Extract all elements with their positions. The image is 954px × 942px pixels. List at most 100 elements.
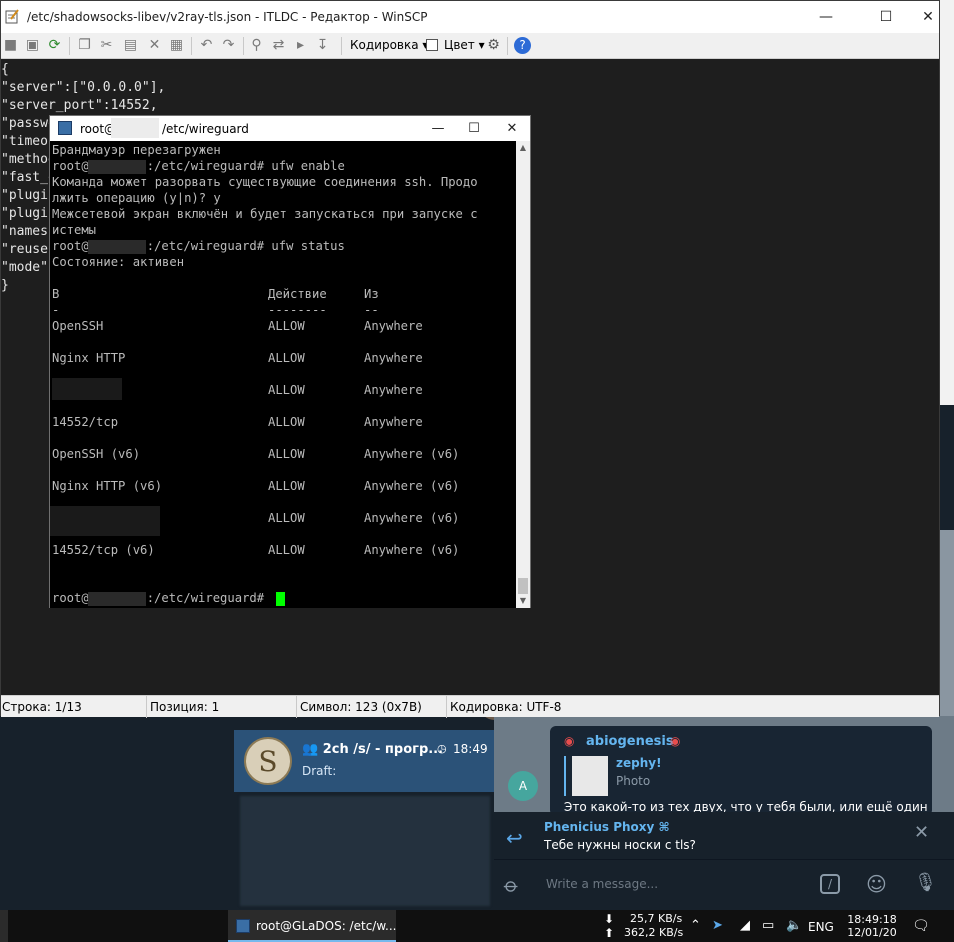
toolbar-separator	[341, 37, 342, 55]
terminal-scrollbar[interactable]: ▲ ▼	[516, 141, 530, 608]
download-arrow-icon: ⬇	[604, 912, 615, 926]
table-cell: ALLOW	[268, 543, 305, 557]
toolbar-separator	[507, 37, 508, 55]
table-cell: Nginx HTTP	[52, 351, 126, 365]
toolbar-separator	[191, 37, 192, 55]
editor-line: "fast_o	[1, 170, 56, 185]
find-icon[interactable]: ⚲	[249, 38, 264, 53]
minimize-button[interactable]: —	[803, 1, 849, 33]
close-button[interactable]: ✕	[905, 1, 951, 33]
delete-icon[interactable]: ✕	[147, 38, 162, 53]
scrollbar-thumb[interactable]	[518, 578, 528, 594]
editor-line: "timeou	[1, 134, 56, 149]
toolbar-separator	[243, 37, 244, 55]
table-cell: Nginx HTTP (v6)	[52, 479, 163, 493]
refresh-icon[interactable]: ⟳	[47, 38, 62, 53]
table-cell: Anywhere (v6)	[364, 447, 460, 461]
putty-titlebar[interactable]: root@ /etc/wireguard — ☐ ✕	[50, 116, 530, 141]
table-cell: ALLOW	[268, 511, 305, 525]
winscp-titlebar[interactable]: /etc/shadowsocks-libev/v2ray-tls.json - …	[1, 1, 939, 33]
chat-time: 18:49	[453, 742, 488, 756]
goto-line-icon[interactable]: ↧	[315, 38, 330, 53]
sender-avatar[interactable]: A	[508, 771, 538, 801]
chat-draft-label: Draft:	[302, 764, 337, 778]
redacted-rule-name	[52, 378, 122, 400]
telegram-tray-icon[interactable]: ➤	[712, 918, 723, 933]
reply-type: Photo	[616, 774, 651, 788]
replace-icon[interactable]: ⇄	[271, 38, 286, 53]
terminal-output[interactable]: Брандмауэр перезагружен root@:/etc/wireg…	[50, 141, 516, 608]
save-icon[interactable]: ■	[3, 38, 18, 53]
bot-command-icon[interactable]: /	[820, 874, 840, 894]
putty-icon	[236, 919, 250, 933]
redacted-rule-name	[50, 506, 160, 536]
message-bubble[interactable]: ◉ abiogenesis ◉ zephy! Photo Это какой-т…	[550, 726, 932, 816]
redacted-hostname-box	[88, 240, 146, 254]
microphone-icon[interactable]: 🎙	[914, 872, 937, 893]
taskbar-item-partial[interactable]	[0, 910, 8, 942]
table-cell: Anywhere	[364, 415, 423, 429]
windows-taskbar: root@GLaDOS: /etc/w... ⬇ 25,7 KB/s ⬆ 362,2…	[0, 910, 954, 942]
redacted-hostname-box	[88, 592, 146, 606]
undo-icon[interactable]: ↶	[199, 38, 214, 53]
editor-line: "plugin	[1, 188, 56, 203]
terminal-line: Брандмауэр перезагружен	[52, 143, 221, 157]
taskbar-item-label: root@GLaDOS: /etc/w...	[256, 919, 397, 933]
folder-icon[interactable]: ▭	[762, 918, 774, 933]
close-reply-icon[interactable]: ✕	[914, 822, 929, 843]
putty-icon	[58, 121, 72, 135]
table-cell: 14552/tcp	[52, 415, 119, 429]
notification-icon[interactable]: 🗨	[912, 918, 930, 934]
scroll-up-arrow-icon[interactable]: ▲	[516, 141, 530, 155]
redo-icon[interactable]: ↷	[221, 38, 236, 53]
encoding-label: Кодировка	[350, 38, 419, 52]
status-position: Позиция: 1	[149, 696, 297, 718]
speaker-icon[interactable]: 🔈	[786, 918, 802, 933]
paste-icon[interactable]: ▤	[123, 38, 138, 53]
table-header-divider: -	[52, 303, 60, 317]
encoding-menu[interactable]: Кодировка ▾	[350, 38, 428, 52]
select-all-icon[interactable]: ▦	[169, 38, 184, 53]
color-checkbox[interactable]	[426, 39, 438, 51]
message-author[interactable]: abiogenesis	[586, 734, 674, 749]
table-cell: ALLOW	[268, 383, 305, 397]
prompt-path: :/etc/wireguard#	[146, 591, 265, 605]
find-next-icon[interactable]: ▸	[293, 38, 308, 53]
taskbar-item-putty[interactable]: root@GLaDOS: /etc/w...	[228, 910, 396, 942]
table-cell: ALLOW	[268, 447, 305, 461]
scroll-down-arrow-icon[interactable]: ▼	[516, 594, 530, 608]
network-speed-meter: ⬇ 25,7 KB/s ⬆ 362,2 KB/s	[600, 912, 686, 942]
upload-speed: 362,2 KB/s	[624, 926, 684, 939]
sushi-emoji-icon: ◉	[564, 734, 575, 748]
redacted-hostname-box	[88, 160, 146, 174]
taskbar-clock[interactable]: 18:49:18 12/01/20	[846, 913, 898, 939]
gear-icon[interactable]: ⚙	[486, 38, 501, 53]
input-language[interactable]: ENG	[808, 920, 834, 934]
chat-title: 👥 2ch /s/ - прогр...	[302, 742, 443, 757]
telegram-window: S 👥 2ch /s/ - прогр... ◷ 18:49 Draft: ◉ …	[0, 706, 954, 910]
message-input[interactable]: Write a message...	[546, 877, 658, 891]
copy-icon[interactable]: ❐	[77, 38, 92, 53]
editor-line: "mode"	[1, 260, 48, 275]
putty-close-button[interactable]: ✕	[490, 116, 534, 141]
chat-list-item-active[interactable]: S 👥 2ch /s/ - прогр... ◷ 18:49 Draft:	[234, 730, 494, 792]
save-all-icon[interactable]: ▣	[25, 38, 40, 53]
table-cell: 14552/tcp (v6)	[52, 543, 155, 557]
wifi-icon[interactable]: ◢	[740, 918, 750, 933]
editor-line: {	[1, 62, 9, 77]
cut-icon[interactable]: ✂	[99, 38, 114, 53]
reply-author[interactable]: zephy!	[616, 756, 662, 770]
chevron-up-icon[interactable]: ⌃	[690, 918, 701, 933]
help-icon[interactable]: ?	[514, 37, 531, 54]
clock-icon: ◷	[437, 742, 447, 755]
color-menu[interactable]: Цвет ▾	[444, 38, 485, 52]
paperclip-icon[interactable]: ⌀	[499, 872, 524, 897]
emoji-icon[interactable]: ☺	[866, 872, 887, 896]
maximize-button[interactable]: ☐	[863, 1, 909, 33]
reply-photo-thumbnail[interactable]	[572, 756, 608, 796]
table-header: Из	[364, 287, 379, 301]
chat-avatar-letter: S	[258, 745, 278, 778]
table-cell: Anywhere	[364, 351, 423, 365]
redacted-hostname	[111, 118, 159, 138]
table-cell: Anywhere (v6)	[364, 511, 460, 525]
